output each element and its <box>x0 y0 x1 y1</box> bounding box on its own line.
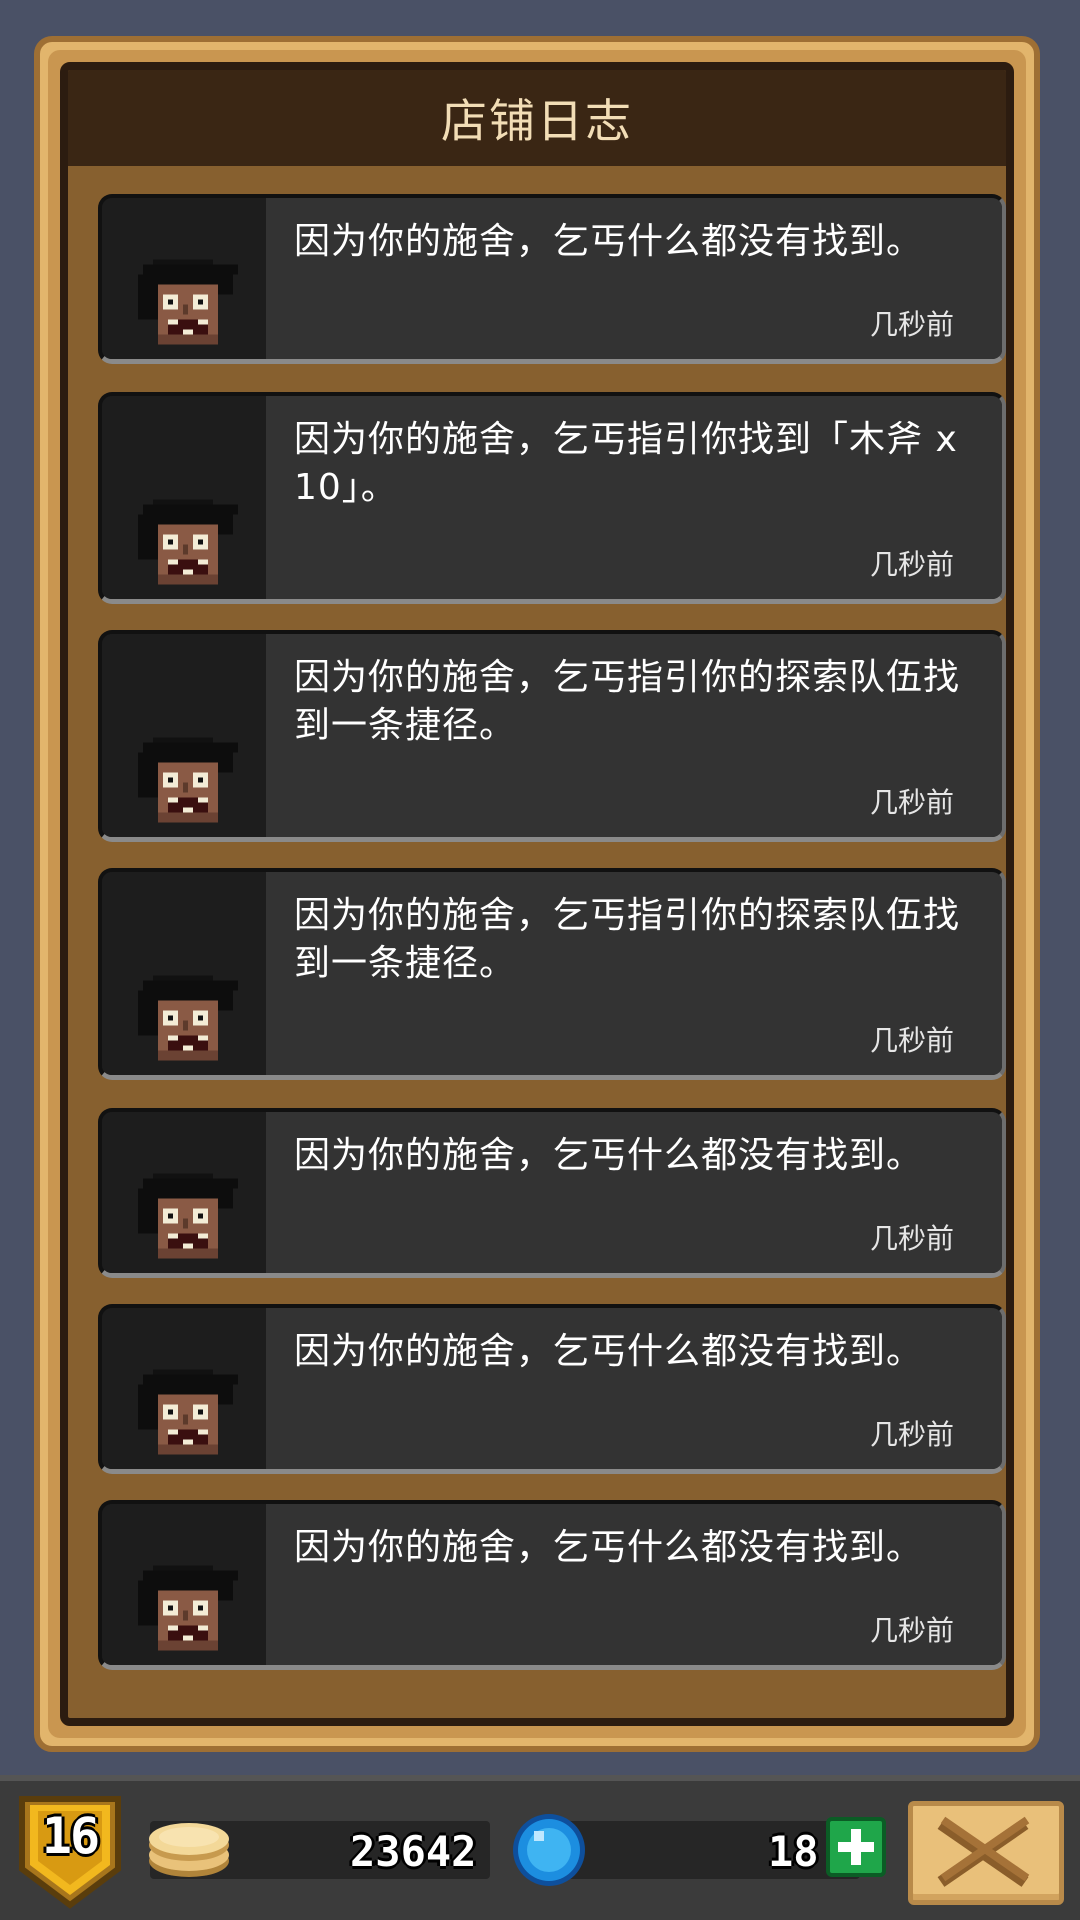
log-entry-time: 几秒前 <box>869 308 954 341</box>
dialog-panel: 店铺日志 因为你的施舍，乞丐什么都没有找到。 几秒前 因为你的施舍，乞丐指引你找… <box>60 62 1014 1726</box>
close-button[interactable] <box>908 1801 1064 1905</box>
log-entry-avatar-column <box>102 198 266 359</box>
level-value: 16 <box>41 1807 100 1865</box>
beggar-icon <box>138 737 238 823</box>
log-entry-avatar-column <box>102 1112 266 1273</box>
shop-log-dialog: 店铺日志 因为你的施舍，乞丐什么都没有找到。 几秒前 因为你的施舍，乞丐指引你找… <box>34 36 1040 1752</box>
blue-gem-icon <box>513 1814 585 1886</box>
beggar-icon <box>138 499 238 585</box>
log-entry-body: 因为你的施舍，乞丐指引你的探索队伍找到一条捷径。 几秒前 <box>266 872 1002 1075</box>
log-entry-time: 几秒前 <box>869 548 954 581</box>
gem-amount: 18 <box>768 1827 819 1876</box>
log-entry-3: 因为你的施舍，乞丐指引你的探索队伍找到一条捷径。 几秒前 <box>98 630 1006 842</box>
log-entry-time: 几秒前 <box>869 1024 954 1057</box>
status-bar: 16 23642 18 <box>0 1775 1080 1920</box>
log-entry-time: 几秒前 <box>869 1614 954 1647</box>
dialog-title: 店铺日志 <box>441 94 633 148</box>
log-entry-body: 因为你的施舍，乞丐指引你找到「木斧 x 10」。 几秒前 <box>266 396 1002 599</box>
log-entry-time: 几秒前 <box>869 1418 954 1451</box>
add-gems-button[interactable] <box>826 1817 886 1877</box>
beggar-icon <box>138 1369 238 1455</box>
beggar-icon <box>138 975 238 1061</box>
log-entry-message: 因为你的施舍，乞丐指引你找到「木斧 x 10」。 <box>294 419 958 508</box>
log-entry-avatar-column <box>102 872 266 1075</box>
level-badge[interactable]: 16 <box>16 1793 124 1911</box>
log-entry-6: 因为你的施舍，乞丐什么都没有找到。 几秒前 <box>98 1304 1006 1474</box>
beggar-icon <box>138 1565 238 1651</box>
log-entry-body: 因为你的施舍，乞丐什么都没有找到。 几秒前 <box>266 1308 1002 1469</box>
plus-icon <box>838 1829 874 1865</box>
dialog-frame-border: 店铺日志 因为你的施舍，乞丐什么都没有找到。 几秒前 因为你的施舍，乞丐指引你找… <box>48 50 1026 1738</box>
log-entry-time: 几秒前 <box>869 786 954 819</box>
log-entry-message: 因为你的施舍，乞丐指引你的探索队伍找到一条捷径。 <box>294 895 961 984</box>
log-entry-body: 因为你的施舍，乞丐指引你的探索队伍找到一条捷径。 几秒前 <box>266 634 1002 837</box>
log-entry-body: 因为你的施舍，乞丐什么都没有找到。 几秒前 <box>266 198 1002 359</box>
log-entry-1: 因为你的施舍，乞丐什么都没有找到。 几秒前 <box>98 194 1006 364</box>
gold-coins-icon <box>149 1823 229 1877</box>
log-entry-body: 因为你的施舍，乞丐什么都没有找到。 几秒前 <box>266 1504 1002 1665</box>
log-entry-message: 因为你的施舍，乞丐指引你的探索队伍找到一条捷径。 <box>294 657 961 746</box>
dialog-title-bar: 店铺日志 <box>68 70 1006 166</box>
log-entry-7: 因为你的施舍，乞丐什么都没有找到。 几秒前 <box>98 1500 1006 1670</box>
log-entry-4: 因为你的施舍，乞丐指引你的探索队伍找到一条捷径。 几秒前 <box>98 868 1006 1080</box>
log-entry-avatar-column <box>102 1504 266 1665</box>
log-entry-avatar-column <box>102 1308 266 1469</box>
gold-amount: 23642 <box>350 1827 477 1876</box>
close-x-icon <box>937 1816 1030 1887</box>
log-entry-avatar-column <box>102 396 266 599</box>
log-entry-5: 因为你的施舍，乞丐什么都没有找到。 几秒前 <box>98 1108 1006 1278</box>
log-entry-time: 几秒前 <box>869 1222 954 1255</box>
beggar-icon <box>138 259 238 345</box>
log-entry-message: 因为你的施舍，乞丐什么都没有找到。 <box>294 1527 924 1568</box>
beggar-icon <box>138 1173 238 1259</box>
log-entry-message: 因为你的施舍，乞丐什么都没有找到。 <box>294 1331 924 1372</box>
log-entry-message: 因为你的施舍，乞丐什么都没有找到。 <box>294 221 924 262</box>
log-entry-body: 因为你的施舍，乞丐什么都没有找到。 几秒前 <box>266 1112 1002 1273</box>
log-entry-2: 因为你的施舍，乞丐指引你找到「木斧 x 10」。 几秒前 <box>98 392 1006 604</box>
log-entry-message: 因为你的施舍，乞丐什么都没有找到。 <box>294 1135 924 1176</box>
log-entry-avatar-column <box>102 634 266 837</box>
